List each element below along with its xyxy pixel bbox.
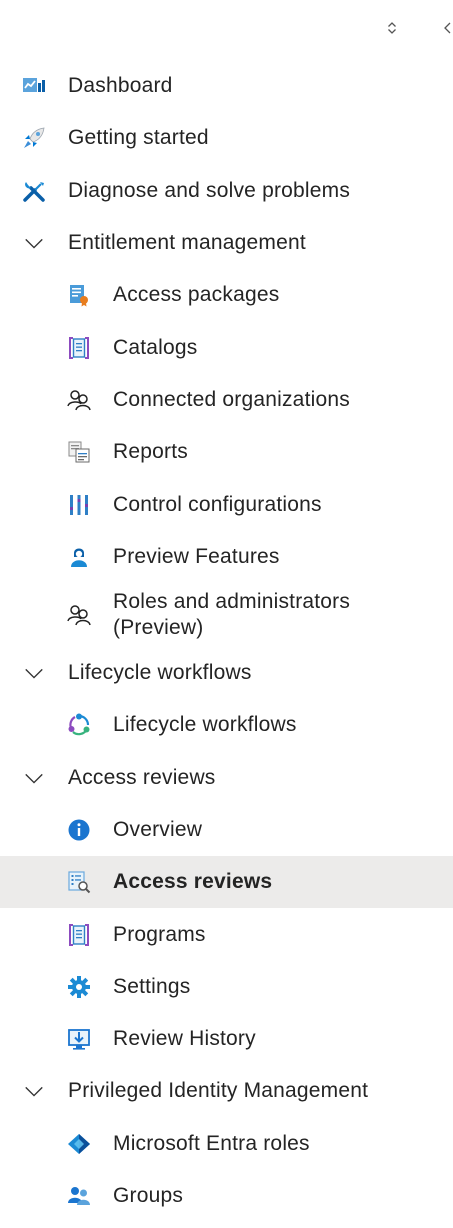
groups-icon <box>67 1184 91 1208</box>
group-entitlement-management[interactable]: Entitlement management <box>0 217 453 269</box>
entra-diamond-icon <box>67 1132 91 1156</box>
sidebar-item-label: Reports <box>113 440 188 464</box>
sidebar-item-roles-and-administrators[interactable]: Roles and administrators (Preview) <box>0 583 453 647</box>
label-line-2: (Preview) <box>113 615 204 639</box>
sidebar-nav: Dashboard Getting started Diagnose and s… <box>0 60 453 1222</box>
group-label: Privileged Identity Management <box>68 1079 369 1103</box>
sidebar-item-label: Preview Features <box>113 544 280 568</box>
sidebar-item-label: Groups <box>113 1184 184 1208</box>
sidebar-item-label: Microsoft Entra roles <box>113 1131 310 1155</box>
group-label: Access reviews <box>68 765 216 789</box>
sidebar-item-access-reviews[interactable]: Access reviews <box>0 856 453 909</box>
sidebar-item-connected-organizations[interactable]: Connected organizations <box>0 374 453 426</box>
nav-toolbar <box>0 0 453 60</box>
sidebar-item-reports[interactable]: Reports <box>0 426 453 478</box>
label-line-1: Roles and administrators <box>113 589 351 613</box>
access-package-icon <box>67 283 91 307</box>
group-privileged-identity-management[interactable]: Privileged Identity Management <box>0 1065 453 1117</box>
sidebar-item-lifecycle-workflows[interactable]: Lifecycle workflows <box>0 699 453 751</box>
people-icon <box>67 388 91 412</box>
control-bars-icon <box>67 493 91 517</box>
chevron-down-icon <box>22 231 46 255</box>
sidebar-item-microsoft-entra-roles[interactable]: Microsoft Entra roles <box>0 1118 453 1170</box>
wrench-screwdriver-icon <box>22 179 46 203</box>
sidebar-item-label: Review History <box>113 1027 256 1051</box>
sidebar-item-label: Roles and administrators (Preview) <box>113 589 350 641</box>
sidebar-item-getting-started[interactable]: Getting started <box>0 112 453 164</box>
catalog-icon <box>67 923 91 947</box>
sidebar-item-overview[interactable]: Overview <box>0 804 453 856</box>
sidebar-item-label: Lifecycle workflows <box>113 713 297 737</box>
sidebar-item-review-history[interactable]: Review History <box>0 1013 453 1065</box>
sort-updown-icon[interactable] <box>384 20 400 36</box>
collapse-chevron-icon[interactable] <box>440 20 453 36</box>
sidebar-item-label: Access packages <box>113 283 280 307</box>
sidebar-item-label: Getting started <box>68 126 209 150</box>
sidebar-item-diagnose[interactable]: Diagnose and solve problems <box>0 165 453 217</box>
sidebar-item-label: Access reviews <box>113 870 273 894</box>
chevron-down-icon <box>22 766 46 790</box>
access-review-icon <box>67 870 91 894</box>
sidebar-item-settings[interactable]: Settings <box>0 961 453 1013</box>
reports-icon <box>67 440 91 464</box>
sidebar-item-label: Programs <box>113 922 206 946</box>
group-lifecycle-workflows[interactable]: Lifecycle workflows <box>0 647 453 699</box>
download-history-icon <box>67 1027 91 1051</box>
chevron-down-icon <box>22 661 46 685</box>
catalog-icon <box>67 336 91 360</box>
info-icon <box>67 818 91 842</box>
sidebar-item-label: Catalogs <box>113 335 198 359</box>
group-access-reviews[interactable]: Access reviews <box>0 752 453 804</box>
group-label: Entitlement management <box>68 231 306 255</box>
sidebar-item-label: Diagnose and solve problems <box>68 178 351 202</box>
sidebar-item-label: Overview <box>113 818 203 841</box>
sidebar-item-label: Control configurations <box>113 492 322 516</box>
sidebar-item-catalogs[interactable]: Catalogs <box>0 321 453 373</box>
sidebar-item-preview-features[interactable]: Preview Features <box>0 531 453 583</box>
people-icon <box>67 603 91 627</box>
sidebar-item-label: Dashboard <box>68 74 173 98</box>
rocket-icon <box>22 126 46 150</box>
sidebar-item-label: Connected organizations <box>113 387 350 411</box>
preview-user-icon <box>67 545 91 569</box>
lifecycle-icon <box>67 713 91 737</box>
gear-icon <box>67 975 91 999</box>
dashboard-icon <box>22 74 46 98</box>
sidebar-item-dashboard[interactable]: Dashboard <box>0 60 453 112</box>
chevron-down-icon <box>22 1079 46 1103</box>
sidebar-item-control-configurations[interactable]: Control configurations <box>0 478 453 530</box>
sidebar-item-access-packages[interactable]: Access packages <box>0 269 453 321</box>
group-label: Lifecycle workflows <box>68 661 252 685</box>
sidebar-item-label: Settings <box>113 974 191 998</box>
sidebar-item-programs[interactable]: Programs <box>0 908 453 960</box>
sidebar-item-groups[interactable]: Groups <box>0 1170 453 1222</box>
